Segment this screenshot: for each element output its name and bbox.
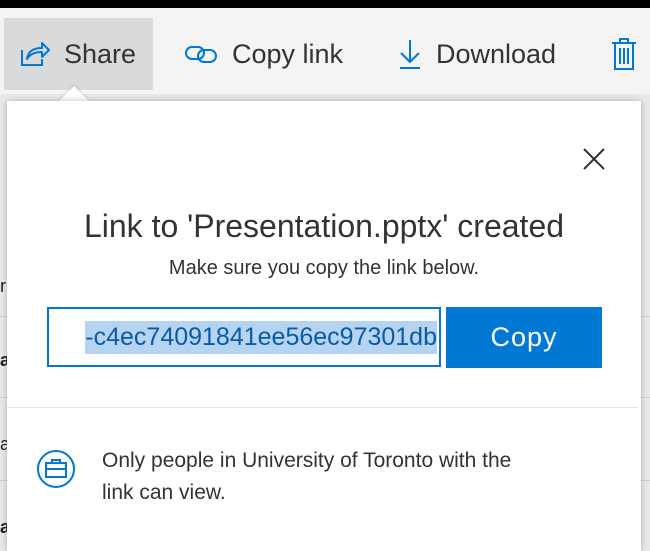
delete-button[interactable] xyxy=(610,18,650,90)
close-icon xyxy=(583,148,605,170)
popup-caret xyxy=(58,86,90,102)
command-bar: Share Copy link Download xyxy=(0,8,650,94)
dialog-divider xyxy=(7,407,638,408)
briefcase-icon xyxy=(36,449,76,489)
share-label: Share xyxy=(64,38,137,69)
link-icon xyxy=(184,42,218,66)
copy-link-label: Copy link xyxy=(232,38,344,69)
share-button[interactable]: Share xyxy=(4,18,153,90)
dialog-title: Link to 'Presentation.pptx' created xyxy=(83,208,565,244)
close-button[interactable] xyxy=(578,143,610,175)
link-url-text: -c4ec74091841ee56ec97301db xyxy=(85,320,437,354)
download-button[interactable]: Download xyxy=(398,18,556,90)
trash-icon xyxy=(610,37,638,71)
dialog-subtitle: Make sure you copy the link below. xyxy=(168,257,480,279)
share-icon xyxy=(18,40,50,68)
list-item-fragment: r xyxy=(0,276,6,296)
copy-link-button[interactable]: Copy link xyxy=(184,18,343,90)
copy-button[interactable]: Copy xyxy=(446,307,602,368)
download-label: Download xyxy=(436,38,557,69)
link-permission-text[interactable]: Only people in University of Toronto wit… xyxy=(102,445,522,509)
window-top-border xyxy=(0,0,650,8)
download-icon xyxy=(398,38,422,70)
link-url-field[interactable]: -c4ec74091841ee56ec97301db xyxy=(47,307,441,367)
